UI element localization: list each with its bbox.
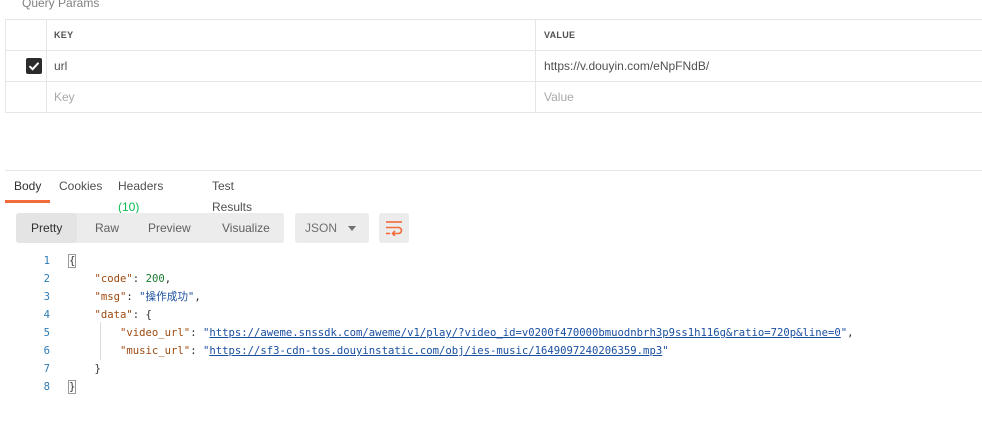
raw-button[interactable]: Raw bbox=[95, 213, 119, 243]
close-brace: } bbox=[67, 380, 77, 394]
tab-test-results[interactable]: Test Results bbox=[212, 176, 252, 214]
music-url-key: "music_url" bbox=[120, 345, 191, 357]
empty-check-cell bbox=[6, 82, 47, 112]
code-line: 3 "msg": "操作成功", bbox=[0, 288, 982, 306]
query-params-title: Query Params bbox=[22, 0, 100, 10]
chevron-down-icon bbox=[348, 226, 356, 231]
line-number: 8 bbox=[43, 381, 50, 393]
key-column-header: KEY bbox=[47, 20, 536, 50]
section-divider bbox=[5, 170, 982, 171]
music-url-link[interactable]: https://sf3-cdn-tos.douyinstatic.com/obj… bbox=[209, 345, 662, 357]
line-number: 1 bbox=[43, 255, 50, 267]
headers-count-badge: (10) bbox=[118, 200, 140, 214]
video-url-link[interactable]: https://aweme.snssdk.com/aweme/v1/play/?… bbox=[209, 327, 840, 339]
tab-cookies[interactable]: Cookies bbox=[59, 176, 102, 203]
wrap-lines-button[interactable] bbox=[379, 213, 409, 243]
tab-headers[interactable]: Headers (10) bbox=[118, 176, 164, 214]
param-check-cell bbox=[6, 51, 47, 81]
param-value-field[interactable]: https://v.douyin.com/eNpFNdB/ bbox=[536, 51, 982, 81]
code-key: "code" bbox=[94, 273, 133, 285]
checkmark-icon bbox=[28, 62, 40, 71]
tab-body[interactable]: Body bbox=[5, 176, 51, 203]
response-body-code: 1 { 2 "code": 200, 3 "msg": "操作成功", 4 "d… bbox=[0, 252, 982, 396]
code-line: 7 } bbox=[0, 360, 982, 378]
line-number: 4 bbox=[43, 309, 50, 321]
line-number: 2 bbox=[43, 273, 50, 285]
msg-value: "操作成功" bbox=[139, 291, 195, 303]
format-dropdown[interactable]: JSON bbox=[295, 213, 369, 243]
format-label: JSON bbox=[305, 221, 338, 235]
code-line: 5 "video_url": "https://aweme.snssdk.com… bbox=[0, 324, 982, 342]
wrap-lines-icon bbox=[386, 221, 403, 236]
view-mode-toolbar: Pretty Raw Preview Visualize bbox=[16, 213, 284, 243]
pretty-button[interactable]: Pretty bbox=[16, 213, 78, 243]
value-column-header: VALUE bbox=[544, 30, 576, 40]
param-row: url https://v.douyin.com/eNpFNdB/ bbox=[5, 51, 982, 82]
data-key: "data" bbox=[94, 309, 133, 321]
line-number: 3 bbox=[43, 291, 50, 303]
code-line: 8 } bbox=[0, 378, 982, 396]
code-value: 200 bbox=[145, 273, 165, 285]
code-line: 1 { bbox=[0, 252, 982, 270]
preview-button[interactable]: Preview bbox=[148, 213, 191, 243]
video-url-key: "video_url" bbox=[120, 327, 191, 339]
line-number: 6 bbox=[43, 345, 50, 357]
code-line: 2 "code": 200, bbox=[0, 270, 982, 288]
line-number: 5 bbox=[43, 327, 50, 339]
param-key-field[interactable]: url bbox=[47, 51, 536, 81]
param-empty-row: Key Value bbox=[5, 82, 982, 113]
tab-headers-label: Headers bbox=[118, 179, 164, 193]
indent-guide bbox=[100, 322, 101, 360]
header-check-cell bbox=[6, 20, 47, 50]
new-value-input[interactable]: Value bbox=[536, 82, 982, 112]
param-enabled-checkbox[interactable] bbox=[26, 58, 42, 74]
msg-key: "msg" bbox=[94, 291, 127, 303]
open-brace: { bbox=[67, 254, 77, 268]
visualize-button[interactable]: Visualize bbox=[222, 213, 270, 243]
line-number: 7 bbox=[43, 363, 50, 375]
new-key-input[interactable]: Key bbox=[47, 82, 536, 112]
code-line: 6 "music_url": "https://sf3-cdn-tos.douy… bbox=[0, 342, 982, 360]
params-header-row: KEY VALUE bbox=[5, 20, 982, 51]
query-params-table: KEY VALUE url https://v.douyin.com/eNpFN… bbox=[5, 19, 982, 113]
code-line: 4 "data": { bbox=[0, 306, 982, 324]
